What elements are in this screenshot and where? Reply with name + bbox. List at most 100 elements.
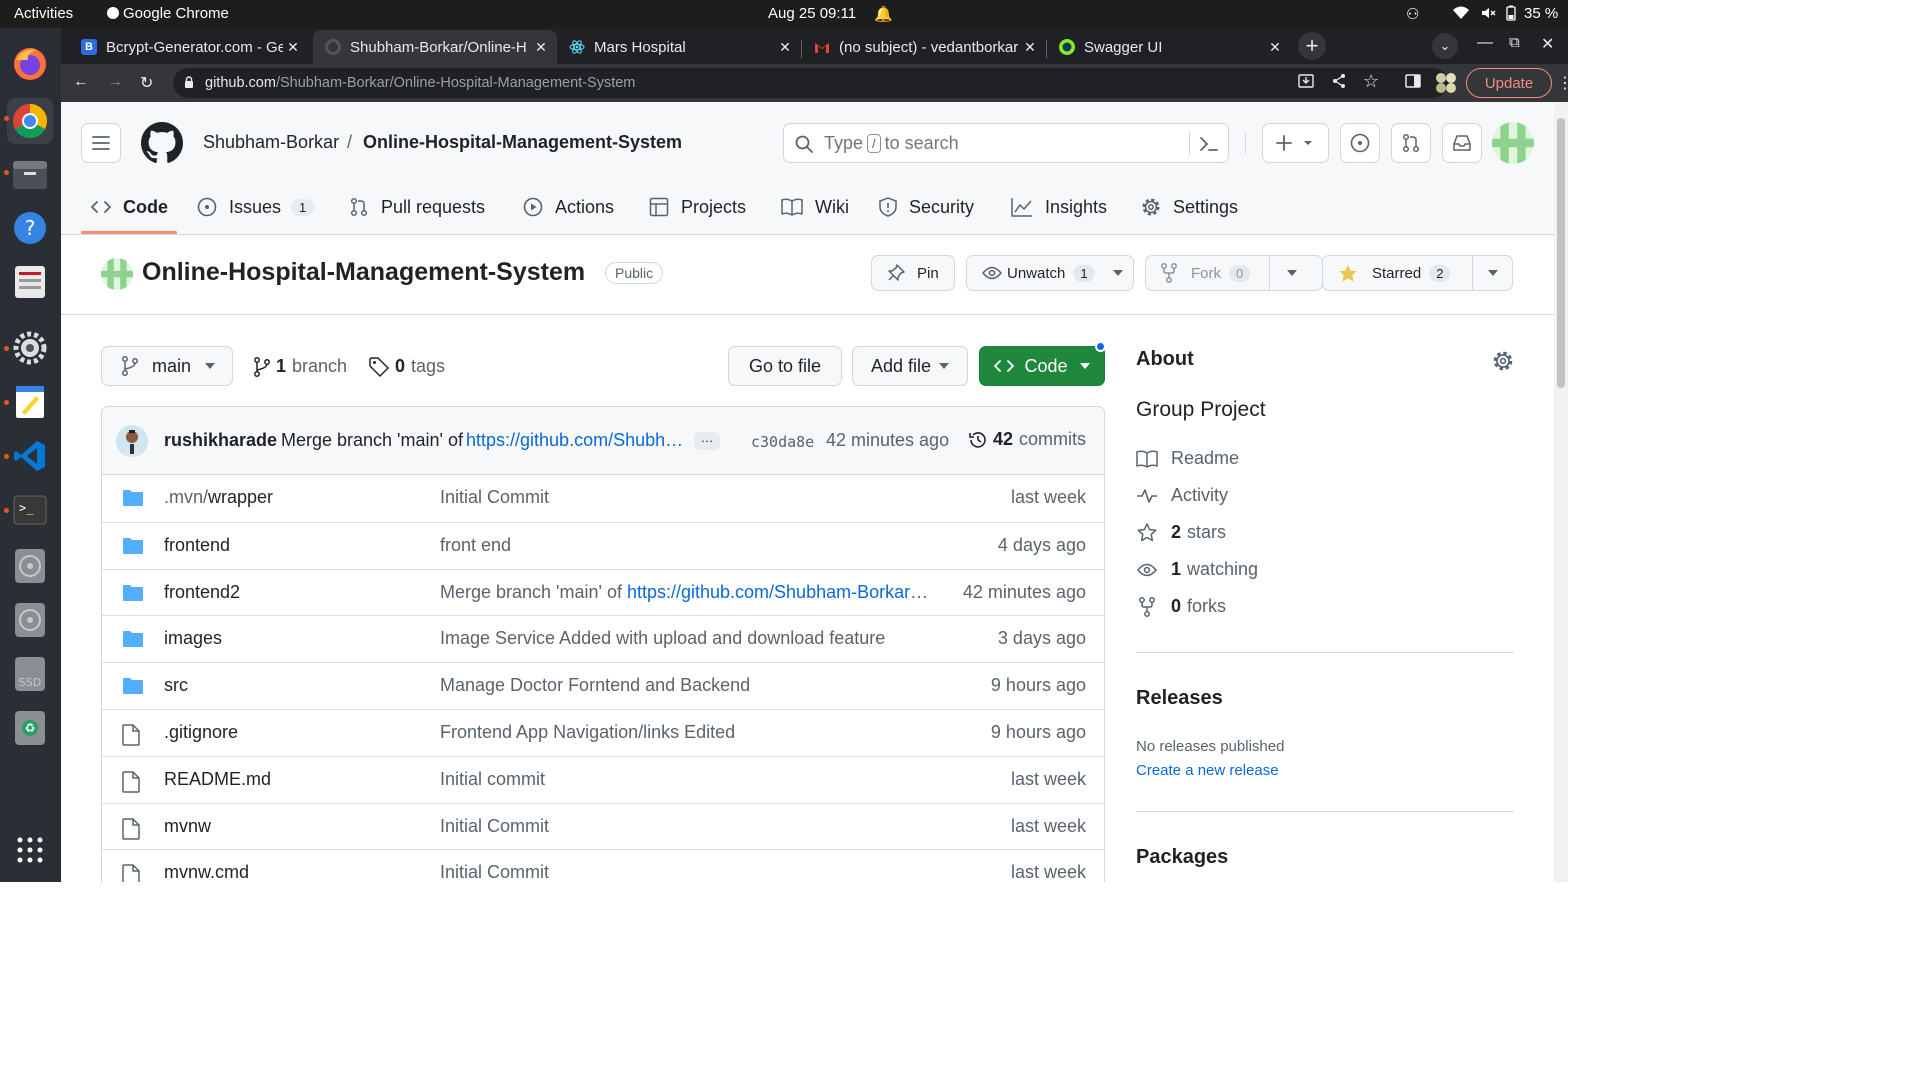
hamburger-menu-icon[interactable]	[81, 123, 121, 163]
back-arrow-icon[interactable]: ←	[73, 73, 89, 91]
file-commit-message[interactable]: front end	[440, 535, 930, 556]
about-settings-gear-icon[interactable]	[1492, 350, 1514, 372]
tab-projects[interactable]: Projects	[649, 192, 746, 222]
screenshot-icon[interactable]	[10, 262, 50, 302]
wifi-icon[interactable]	[1452, 5, 1470, 21]
file-name[interactable]: frontend2	[164, 582, 240, 603]
readme-link[interactable]: Readme	[1136, 448, 1239, 469]
new-tab-plus-icon[interactable]: +	[1298, 32, 1326, 60]
file-commit-message[interactable]: Merge branch 'main' of https://github.co…	[440, 582, 930, 603]
go-to-file-button[interactable]: Go to file	[728, 346, 842, 386]
repo-title[interactable]: Online-Hospital-Management-System	[142, 258, 585, 287]
battery-icon[interactable]	[1506, 5, 1516, 21]
stars-link[interactable]: 2 stars	[1136, 522, 1226, 543]
tab-actions[interactable]: Actions	[523, 192, 614, 222]
tab-search-chevron-icon[interactable]: ⌄	[1432, 33, 1458, 59]
firefox-icon[interactable]	[10, 44, 50, 84]
create-release-link[interactable]: Create a new release	[1136, 762, 1279, 779]
settings-icon[interactable]	[10, 328, 50, 368]
vscode-icon[interactable]	[10, 436, 50, 476]
file-name[interactable]: frontend	[164, 535, 230, 556]
text-editor-icon[interactable]	[10, 382, 50, 422]
lock-icon[interactable]	[184, 76, 194, 89]
commit-message[interactable]: Merge branch 'main' of	[281, 430, 463, 451]
close-window-icon[interactable]: ✕	[1541, 34, 1554, 54]
issues-icon[interactable]	[1340, 123, 1380, 163]
pin-button[interactable]: Pin	[871, 255, 955, 291]
side-panel-icon[interactable]	[1405, 73, 1421, 89]
app-menu[interactable]: Google Chrome	[107, 5, 229, 22]
disc-drive-icon[interactable]	[10, 546, 50, 586]
file-name[interactable]: src	[164, 675, 188, 696]
install-app-icon[interactable]	[1298, 73, 1314, 89]
tab-gmail[interactable]: (no subject) - vedantborkar ✕	[802, 30, 1046, 64]
command-palette-icon[interactable]	[1199, 135, 1219, 153]
close-tab-icon[interactable]: ✕	[775, 39, 795, 56]
volume-muted-icon[interactable]	[1480, 5, 1496, 21]
tab-mars-hospital[interactable]: Mars Hospital ✕	[557, 30, 801, 64]
commit-author-avatar[interactable]	[116, 425, 148, 457]
repo-owner-avatar[interactable]	[101, 258, 133, 290]
close-tab-icon[interactable]: ✕	[531, 39, 551, 56]
forks-link[interactable]: 0 forks	[1136, 596, 1226, 617]
tab-github[interactable]: Shubham-Borkar/Online-H ✕	[313, 30, 557, 64]
file-commit-message[interactable]: Initial Commit	[440, 816, 930, 837]
show-apps-icon[interactable]	[10, 830, 50, 870]
tab-issues[interactable]: Issues 1	[197, 192, 315, 222]
share-icon[interactable]	[1331, 73, 1347, 89]
profile-avatar-icon[interactable]	[1435, 72, 1457, 94]
tags-link[interactable]: 0 tags	[369, 356, 445, 377]
create-new-button[interactable]	[1262, 123, 1329, 163]
file-name[interactable]: images	[164, 628, 222, 649]
restore-icon[interactable]: ⧉	[1509, 34, 1520, 51]
branch-select-button[interactable]: main	[101, 346, 233, 386]
file-row[interactable]: .gitignore Frontend App Navigation/links …	[102, 709, 1104, 756]
commit-author[interactable]: rushikharade	[164, 430, 277, 451]
chevron-down-icon[interactable]	[1287, 270, 1297, 276]
close-tab-icon[interactable]: ✕	[283, 39, 303, 56]
watching-link[interactable]: 1 watching	[1136, 559, 1258, 580]
chrome-dock-icon[interactable]	[7, 98, 53, 144]
starred-button[interactable]: Starred 2	[1322, 255, 1513, 291]
file-commit-message[interactable]: Initial Commit	[440, 487, 930, 508]
bookmark-star-icon[interactable]: ☆	[1363, 71, 1379, 92]
file-commit-message[interactable]: Initial Commit	[440, 862, 930, 882]
file-name[interactable]: mvnw	[164, 816, 211, 837]
forward-arrow-icon[interactable]: →	[107, 73, 123, 91]
packages-heading[interactable]: Packages	[1136, 846, 1228, 869]
files-icon[interactable]	[10, 154, 50, 194]
code-dropdown-button[interactable]: Code	[979, 341, 1106, 386]
activity-link[interactable]: Activity	[1136, 485, 1228, 506]
user-avatar[interactable]	[1492, 122, 1534, 164]
file-commit-link[interactable]: https://github.com/Shubham-Borkar/…	[627, 582, 930, 602]
expand-commit-ellipsis-icon[interactable]: …	[694, 431, 720, 450]
file-row[interactable]: mvnw Initial Commit last week	[102, 802, 1104, 850]
search-input[interactable]: Type / to search	[783, 123, 1229, 163]
tab-security[interactable]: Security	[879, 192, 974, 222]
help-icon[interactable]: ?	[10, 208, 50, 248]
ssd-drive-icon[interactable]: SSD	[10, 654, 50, 694]
clock[interactable]: Aug 25 09:11	[768, 5, 856, 22]
file-row[interactable]: frontend front end 4 days ago	[102, 521, 1104, 569]
file-row[interactable]: mvnw.cmd Initial Commit last week	[102, 849, 1104, 882]
commit-sha[interactable]: c30da8e	[751, 433, 814, 451]
fork-button[interactable]: Fork 0	[1145, 255, 1323, 291]
inbox-icon[interactable]	[1442, 123, 1482, 163]
update-button[interactable]: Update	[1466, 68, 1552, 98]
accessibility-icon[interactable]: ⚇	[1406, 5, 1419, 23]
file-row[interactable]: README.md Initial commit last week	[102, 755, 1104, 803]
minimize-icon[interactable]: —	[1477, 34, 1493, 52]
file-name[interactable]: .mvn/wrapper	[164, 487, 273, 508]
unwatch-button[interactable]: Unwatch 1	[966, 255, 1134, 291]
commits-history-link[interactable]: 42 commits	[968, 429, 1086, 450]
add-file-button[interactable]: Add file	[852, 346, 968, 386]
breadcrumb-owner[interactable]: Shubham-Borkar	[203, 132, 339, 153]
reload-icon[interactable]: ↻	[140, 73, 153, 93]
chrome-menu-icon[interactable]: ⋮	[1557, 73, 1573, 93]
tab-code[interactable]: Code	[91, 192, 168, 222]
terminal-icon[interactable]: >_	[10, 490, 50, 530]
file-name[interactable]: mvnw.cmd	[164, 862, 249, 882]
close-tab-icon[interactable]: ✕	[1020, 39, 1040, 56]
releases-heading[interactable]: Releases	[1136, 687, 1223, 710]
tab-bcrypt[interactable]: B Bcrypt-Generator.com - Ge ✕	[69, 30, 309, 64]
